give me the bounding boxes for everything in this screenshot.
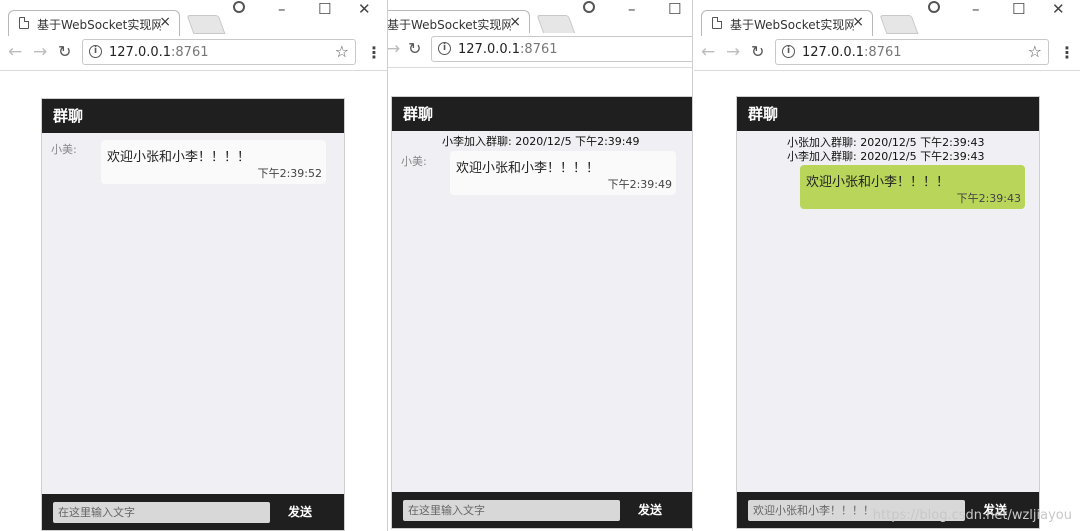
chat-header: 群聊 <box>737 97 1039 131</box>
url-host: 127.0.0.1 <box>109 45 172 60</box>
url-port: :8761 <box>171 45 209 60</box>
browser-window-2: 基于WebSocket实现网 × – ☐ → ↻ i 127.0.0.1:876… <box>388 0 693 531</box>
back-arrow-icon[interactable]: ← <box>701 42 715 62</box>
browser-window-1: 基于WebSocket实现网 × – ☐ ✕ ← → ↻ i 127.0.0.1… <box>0 0 388 531</box>
chat-panel: 群聊 小李加入群聊: 2020/12/5 下午2:39:49 小美: 欢迎小张和… <box>391 96 692 529</box>
new-tab-button[interactable] <box>186 15 226 34</box>
message-text: 欢迎小张和小李！！！！ <box>107 150 251 165</box>
message-input[interactable]: 在这里输入文字 <box>403 500 620 521</box>
account-icon[interactable] <box>583 1 595 13</box>
send-button[interactable]: 发送 <box>288 503 312 520</box>
back-arrow-icon[interactable]: ← <box>8 42 22 62</box>
message-input[interactable]: 在这里输入文字 <box>53 502 270 523</box>
close-window-button[interactable]: ✕ <box>358 0 371 18</box>
minimize-button[interactable]: – <box>628 0 636 18</box>
close-icon[interactable]: × <box>509 14 521 30</box>
send-button[interactable]: 发送 <box>638 501 662 518</box>
maximize-button[interactable]: ☐ <box>318 0 331 18</box>
close-icon[interactable]: × <box>159 14 171 30</box>
message-time: 下午2:39:52 <box>257 167 322 180</box>
document-icon <box>712 17 722 29</box>
address-bar[interactable]: i 127.0.0.1:8761 <box>431 36 692 62</box>
watermark: https://blog.csdn.net/wzljiayou <box>872 508 1072 523</box>
tab-title: 基于WebSocket实现网 <box>388 18 511 32</box>
sender-name: 小美: <box>51 143 77 156</box>
minimize-button[interactable]: – <box>972 0 980 18</box>
kebab-menu-icon[interactable]: ⋮ <box>366 43 382 62</box>
reload-icon[interactable]: ↻ <box>408 39 421 58</box>
tab-title: 基于WebSocket实现网 <box>37 18 161 32</box>
bookmark-star-icon[interactable]: ☆ <box>1028 42 1042 61</box>
message-bubble: 欢迎小张和小李！！！！ 下午2:39:52 <box>101 140 326 184</box>
info-icon[interactable]: i <box>438 42 451 55</box>
url-host: 127.0.0.1 <box>458 42 521 57</box>
maximize-button[interactable]: ☐ <box>668 0 681 18</box>
reload-icon[interactable]: ↻ <box>751 42 764 61</box>
bookmark-star-icon[interactable]: ☆ <box>335 42 349 61</box>
browser-tab[interactable]: 基于WebSocket实现网 × <box>8 10 180 37</box>
tab-title: 基于WebSocket实现网 <box>730 18 854 32</box>
document-icon <box>19 17 29 29</box>
address-bar[interactable]: i 127.0.0.1:8761 ☆ <box>775 39 1049 65</box>
new-tab-button[interactable] <box>879 15 919 34</box>
title-bar: 基于WebSocket实现网 × – ☐ ✕ <box>694 0 1080 37</box>
message-time: 下午2:39:49 <box>607 178 672 191</box>
page-content: 群聊 小美: 欢迎小张和小李！！！！ 下午2:39:52 在这里输入文字 发送 <box>0 71 387 531</box>
minimize-button[interactable]: – <box>278 0 286 18</box>
system-message: 小李加入群聊: 2020/12/5 下午2:39:49 <box>442 135 640 148</box>
message-text: 欢迎小张和小李！！！！ <box>806 175 950 190</box>
forward-arrow-icon[interactable]: → <box>33 42 47 62</box>
chat-panel: 群聊 小美: 欢迎小张和小李！！！！ 下午2:39:52 在这里输入文字 发送 <box>41 98 345 531</box>
title-bar: 基于WebSocket实现网 × – ☐ ✕ <box>0 0 387 37</box>
account-icon[interactable] <box>928 1 940 13</box>
my-message-bubble: 欢迎小张和小李！！！！ 下午2:39:43 <box>800 165 1025 209</box>
chat-footer: 在这里输入文字 发送 <box>42 494 344 530</box>
chat-footer: 在这里输入文字 发送 <box>392 492 692 528</box>
browser-toolbar: → ↻ i 127.0.0.1:8761 <box>388 33 692 68</box>
chat-header: 群聊 <box>392 97 692 131</box>
browser-tab[interactable]: 基于WebSocket实现网 × <box>701 10 873 37</box>
browser-toolbar: ← → ↻ i 127.0.0.1:8761 ☆ ⋮ <box>0 36 387 71</box>
title-bar: 基于WebSocket实现网 × – ☐ <box>388 0 692 37</box>
message-bubble: 欢迎小张和小李！！！！ 下午2:39:49 <box>450 151 676 195</box>
page-content: 群聊 小李加入群聊: 2020/12/5 下午2:39:49 小美: 欢迎小张和… <box>388 71 692 531</box>
info-icon[interactable]: i <box>782 45 795 58</box>
close-icon[interactable]: × <box>852 14 864 30</box>
sender-name: 小美: <box>401 155 427 168</box>
browser-toolbar: ← → ↻ i 127.0.0.1:8761 ☆ ⋮ <box>694 36 1080 71</box>
reload-icon[interactable]: ↻ <box>58 42 71 61</box>
account-icon[interactable] <box>233 1 245 13</box>
browser-window-3: 基于WebSocket实现网 × – ☐ ✕ ← → ↻ i 127.0.0.1… <box>694 0 1080 531</box>
message-text: 欢迎小张和小李！！！！ <box>456 161 600 176</box>
address-bar[interactable]: i 127.0.0.1:8761 ☆ <box>82 39 356 65</box>
forward-arrow-icon[interactable]: → <box>726 42 740 62</box>
page-content: 群聊 小张加入群聊: 2020/12/5 下午2:39:43 小李加入群聊: 2… <box>694 71 1080 531</box>
chat-header: 群聊 <box>42 99 344 133</box>
forward-arrow-icon[interactable]: → <box>388 39 400 59</box>
close-window-button[interactable]: ✕ <box>1052 0 1065 18</box>
maximize-button[interactable]: ☐ <box>1012 0 1025 18</box>
system-message: 小李加入群聊: 2020/12/5 下午2:39:43 <box>787 150 985 163</box>
url-port: :8761 <box>520 42 558 57</box>
message-time: 下午2:39:43 <box>956 192 1021 205</box>
new-tab-button[interactable] <box>536 15 576 34</box>
chat-panel: 群聊 小张加入群聊: 2020/12/5 下午2:39:43 小李加入群聊: 2… <box>736 96 1040 529</box>
info-icon[interactable]: i <box>89 45 102 58</box>
url-host: 127.0.0.1 <box>802 45 865 60</box>
url-port: :8761 <box>864 45 902 60</box>
kebab-menu-icon[interactable]: ⋮ <box>1059 43 1075 62</box>
